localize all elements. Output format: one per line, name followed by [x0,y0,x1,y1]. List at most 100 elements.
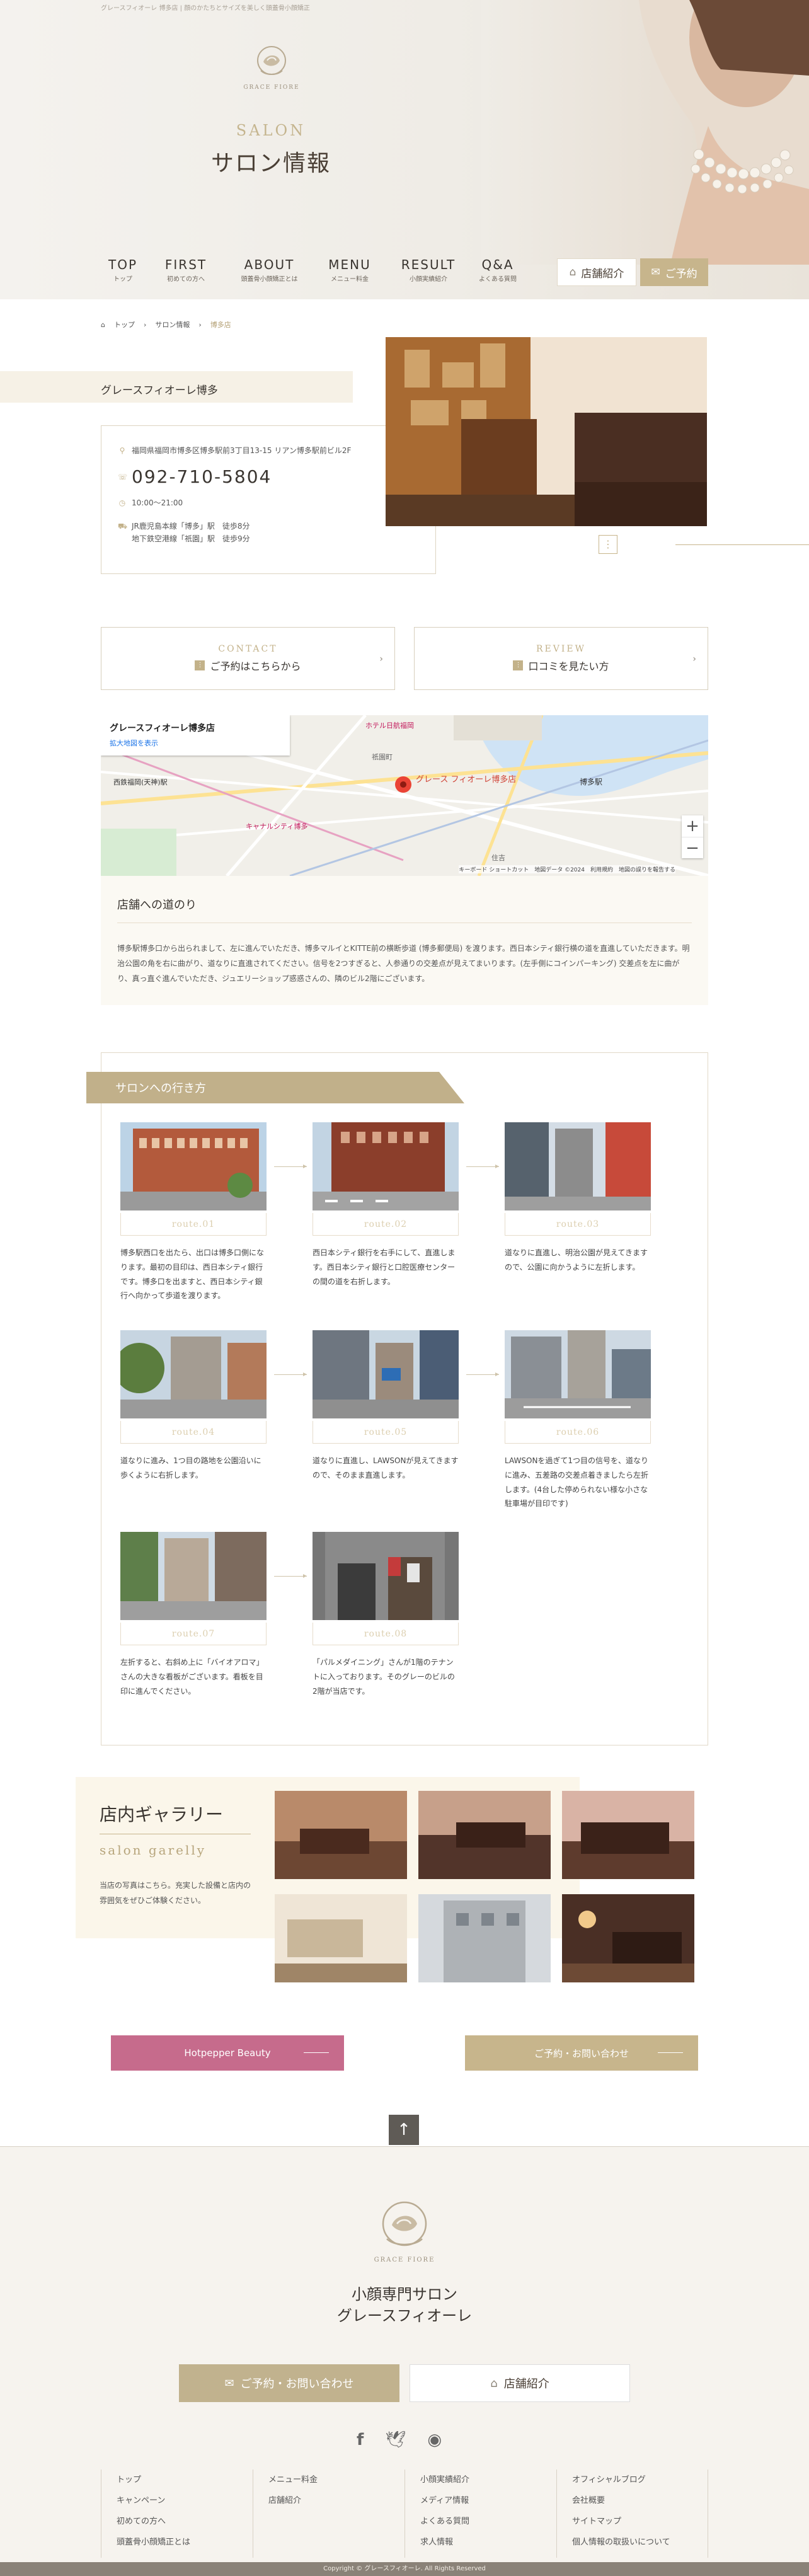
arrow-right-icon [274,1372,307,1376]
contact-button[interactable]: ご予約・お問い合わせ [465,2035,698,2071]
footer-link[interactable]: よくある質問 [420,2511,541,2532]
footer-contact-button[interactable]: ✉ ご予約・お問い合わせ [179,2364,399,2402]
route-text-title: 店舗への道のり [117,896,692,923]
map-pin-label: グレース フィオーレ博多店 [416,774,516,785]
gallery-photo[interactable] [562,1791,694,1879]
site-tagline: グレースフィオーレ 博多店 | 顔のかたちとサイズを美しく頭蓋骨小顔矯正 [101,5,310,12]
route-photo [505,1330,651,1418]
page-top-button[interactable]: ↑ [389,2115,419,2145]
footer-link[interactable]: キャンペーン [117,2490,238,2511]
mail-icon: ✉ [224,2376,234,2390]
nav-item-menu[interactable]: MENU メニュー料金 [312,257,387,283]
shop-hours: 10:00〜21:00 [132,498,183,508]
footer-link[interactable]: サイトマップ [572,2511,692,2532]
rose-logo-icon [382,2201,427,2246]
route-step: route.01 博多駅西口を出たら、出口は博多口側になります。最初の目印は、西… [120,1122,267,1303]
route-desc: 西日本シティ銀行を右手にして、直進します。西日本シティ銀行と口腔医療センターの間… [313,1248,456,1286]
gallery-grid [275,1791,707,1982]
footer-link[interactable]: 小顔実績紹介 [420,2470,541,2490]
route-desc: LAWSONを過ぎて1つ目の信号を、道なりに進み、五差路の交差点着きましたら左折… [505,1456,649,1509]
nav-item-top[interactable]: TOP トップ [101,257,145,283]
decor-line [675,544,809,545]
route-caption: route.04 [120,1421,267,1444]
footer-link[interactable]: メニュー料金 [268,2470,389,2490]
google-map[interactable]: グレース フィオーレ博多店 ホテル日航福岡 博多駅 西鉄福岡(天神)駅 キャナル… [101,715,708,876]
footer-link[interactable]: 頭蓋骨小顔矯正とは [117,2532,238,2553]
route-caption: route.01 [120,1213,267,1236]
nav-item-about[interactable]: ABOUT 頭蓋骨小顔矯正とは [227,257,312,283]
breadcrumb-top[interactable]: トップ [114,319,135,330]
facebook-icon[interactable]: f [357,2430,364,2449]
route-desc: 左折すると、右斜め上に「バイオアロマ」さんの大きな看板がございます。看板を目印に… [120,1658,264,1696]
site-logo[interactable]: GRACE FIORE [243,43,300,91]
contact-cta[interactable]: CONTACT ⋮ ご予約はこちらから › [101,627,395,690]
arrow-line-icon [304,2052,329,2053]
map-enlarge-link[interactable]: 拡大地図を表示 [110,738,281,748]
logo-text: GRACE FIORE [243,84,300,91]
social-links: f 🕊 ◉ [357,2430,442,2449]
access-title: サロンへの行き方 [115,1082,206,1095]
footer-shop-button[interactable]: ⌂ 店舗紹介 [410,2364,630,2402]
route-desc: 博多駅西口を出たら、出口は博多口側になります。最初の目印は、西日本シティ銀行です… [120,1248,265,1301]
header-shop-button[interactable]: ⌂ 店舗紹介 [557,258,636,286]
map-pin-icon: ⚲ [119,446,125,455]
route-step: route.07 左折すると、右斜め上に「バイオアロマ」さんの大きな看板がござい… [120,1532,267,1698]
hotpepper-button[interactable]: Hotpepper Beauty [111,2035,344,2071]
route-caption: route.08 [313,1623,459,1645]
mail-icon: ✉ [651,266,660,279]
footer-link-column: メニュー料金 店舗紹介 [253,2470,404,2558]
shop-name: グレースフィオーレ博多 [101,384,218,397]
gallery-photo[interactable] [418,1894,551,1982]
zoom-out-button[interactable]: − [682,837,703,858]
twitter-icon[interactable]: 🕊 [385,2430,406,2449]
page-title-en: SALON [236,122,306,139]
map-label: ホテル日航福岡 [365,721,414,730]
route-text-box: 店舗への道のり 博多駅博多口から出られまして、左に進んでいただき、博多マルイとK… [101,876,708,1005]
footer-link[interactable]: 店舗紹介 [268,2490,389,2511]
route-caption: route.06 [505,1421,651,1444]
gallery-title: 店内ギャラリー [100,1804,224,1825]
footer-link[interactable]: オフィシャルブログ [572,2470,692,2490]
footer-link[interactable]: 個人情報の取扱いについて [572,2532,692,2553]
pagetop-area: ↑ [0,2071,809,2146]
footer-link[interactable]: 会社概要 [572,2490,692,2511]
footer-link[interactable]: トップ [117,2470,238,2490]
footer-link[interactable]: メディア情報 [420,2490,541,2511]
shop-interior-photo [386,337,707,526]
review-cta[interactable]: REVIEW ⋮ 口コミを見たい方 › [414,627,708,690]
footer-logo-text: GRACE FIORE [374,2257,435,2263]
footer-logo[interactable]: GRACE FIORE [359,2197,450,2263]
gallery-photo[interactable] [275,1894,407,1982]
footer-link-column: オフィシャルブログ 会社概要 サイトマップ 個人情報の取扱いについて [556,2470,708,2558]
zoom-in-button[interactable]: + [682,815,703,837]
footer-link[interactable]: 求人情報 [420,2532,541,2553]
shop-tel[interactable]: 092-710-5804 [132,468,272,486]
gallery-photo[interactable] [562,1894,694,1982]
rss-icon[interactable]: ◉ [427,2430,442,2449]
train-icon: ⛟ [118,522,128,531]
map-label: キャナルシティ博多 [246,822,307,831]
chevron-right-icon: › [692,654,696,664]
route-photo [313,1330,459,1418]
gallery-photo[interactable] [275,1791,407,1879]
gallery-photo[interactable] [418,1791,551,1879]
map-attribution[interactable]: キーボード ショートカット 地図データ ©2024 利用規約 地図の誤りを報告す… [459,865,675,873]
breadcrumb-separator: › [198,320,202,329]
nav-item-result[interactable]: RESULT 小顔実績紹介 [387,257,469,283]
breadcrumb-salon[interactable]: サロン情報 [155,319,190,330]
arrow-line-icon [658,2052,683,2053]
route-photo [505,1122,651,1210]
footer-link-column: 小顔実績紹介 メディア情報 よくある質問 求人情報 [404,2470,556,2558]
nav-item-qa[interactable]: Q&A よくある質問 [469,257,526,283]
access-steps-section: サロンへの行き方 route.01 博多駅西口を出たら、出口は博多口側になります… [86,1052,708,1745]
arrow-right-icon [466,1372,499,1376]
route-step: route.02 西日本シティ銀行を右手にして、直進します。西日本シティ銀行と口… [313,1122,459,1289]
breadcrumb: ⌂ トップ › サロン情報 › 博多店 [0,299,809,337]
more-icon: ⋮ [599,535,617,554]
map-label: 祇園町 [372,753,393,761]
header-reserve-button[interactable]: ✉ ご予約 [640,258,708,286]
gallery-desc: 当店の写真はこちら。充実した設備と店内の雰囲気をぜひご体験ください。 [100,1881,251,1905]
route-step: route.06 LAWSONを過ぎて1つ目の信号を、道なりに進み、五差路の交差… [505,1330,651,1511]
nav-item-first[interactable]: FIRST 初めての方へ [145,257,227,283]
footer-link[interactable]: 初めての方へ [117,2511,238,2532]
